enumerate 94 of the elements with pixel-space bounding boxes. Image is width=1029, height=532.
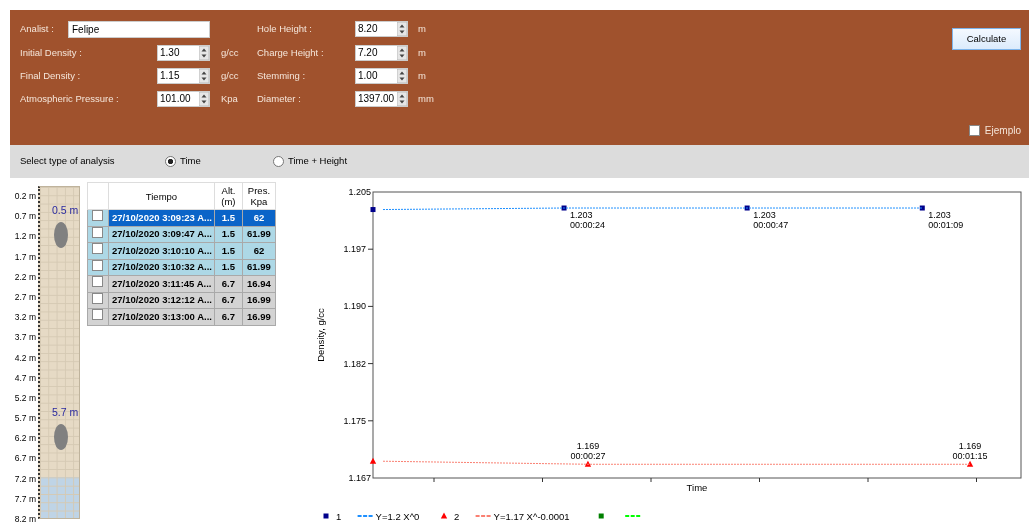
axis-tick-label: 1.197 [343, 244, 366, 255]
axis-tick-label: 1.175 [343, 415, 366, 426]
depth-label: 7.7 m [13, 492, 37, 506]
checkbox[interactable] [92, 276, 104, 288]
spin-field[interactable]: 1.00 [355, 68, 408, 84]
depth-label: 2.2 m [13, 270, 37, 284]
checkbox[interactable] [92, 259, 104, 271]
spinner-arrows-icon[interactable] [199, 69, 209, 83]
depth-label: 5.7 m [13, 412, 37, 426]
depth-label: 0.2 m [13, 190, 37, 203]
depth-label: 4.7 m [13, 371, 37, 385]
legend-label: 1 [336, 510, 342, 522]
legend-label: 2 [454, 510, 460, 522]
column-header: Tiempo [108, 182, 215, 210]
depth-label: 6.2 m [13, 432, 37, 446]
spinner-arrows-icon[interactable] [199, 46, 209, 60]
spin-field[interactable]: 8.20 [355, 21, 408, 37]
legend-label: Y=1.2 X^0 [375, 510, 420, 522]
data-label: 1.169 00:00:27 [570, 441, 606, 462]
column-header: Pres. Kpa [242, 182, 276, 210]
spin-field[interactable]: 1397.00 [355, 91, 408, 107]
legend-label: Y=1.17 X^-0.0001 [493, 510, 570, 522]
checkbox[interactable] [92, 243, 104, 255]
depth-marker-label: 0.5 m [52, 203, 79, 219]
data-point [966, 460, 974, 467]
section-label: Select type of analysis [20, 154, 116, 169]
field-label: Charge Height : [257, 46, 325, 60]
data-label: 1.203 00:01:09 [928, 210, 964, 230]
field-label: Atmospheric Pressure : [20, 92, 120, 106]
axis-tick-label: 1.182 [343, 358, 366, 369]
radio-label: Time + Height [288, 154, 348, 169]
axis-title: Density, g/cc [315, 308, 326, 362]
radio-button[interactable] [273, 156, 284, 167]
data-point [370, 207, 376, 213]
depth-label: 5.2 m [13, 391, 37, 405]
data-point [369, 457, 377, 464]
spinner-arrows-icon[interactable] [397, 46, 407, 60]
data-point [561, 205, 567, 211]
radio-button[interactable] [165, 156, 176, 167]
unit-label: mm [417, 92, 435, 106]
axis-title: Time [686, 482, 708, 493]
depth-label: 1.7 m [13, 250, 37, 264]
spin-field[interactable]: 101.00 [157, 91, 210, 107]
field-label: Diameter : [257, 92, 302, 106]
data-point [744, 205, 750, 211]
unit-label: m [417, 46, 427, 60]
field-label: Analist : [20, 22, 55, 36]
checkbox[interactable] [92, 292, 104, 304]
charge-oval [54, 222, 68, 249]
data-label: 1.203 00:00:24 [570, 210, 606, 230]
column-header: Alt. (m) [214, 182, 243, 210]
spinner-arrows-icon[interactable] [397, 92, 407, 106]
depth-label: 1.2 m [13, 230, 37, 244]
depth-label: 3.2 m [13, 311, 37, 325]
axis-tick-label: 1.205 [348, 187, 371, 197]
spinner-arrows-icon[interactable] [397, 22, 407, 36]
column-header [87, 182, 109, 210]
calculate-button[interactable]: Calculate [952, 28, 1021, 50]
unit-label: Kpa [220, 92, 239, 106]
text-field[interactable]: Felipe [68, 21, 210, 38]
data-label: 1.169 00:01:15 [952, 441, 988, 462]
depth-label: 0.7 m [13, 210, 37, 224]
spinner-arrows-icon[interactable] [199, 92, 209, 106]
checkbox-label: Ejemplo [984, 124, 1021, 138]
depth-label: 8.2 m [13, 513, 37, 526]
spin-field[interactable]: 1.30 [157, 45, 210, 61]
data-point [584, 460, 592, 467]
radio-label: Time [180, 154, 201, 169]
depth-label: 6.7 m [13, 452, 37, 466]
depth-label: 3.7 m [13, 331, 37, 345]
data-label: 1.203 00:00:47 [753, 210, 789, 230]
unit-label: m [417, 69, 427, 83]
field-label: Stemming : [257, 69, 307, 83]
depth-marker-label: 5.7 m [52, 405, 79, 421]
unit-label: m [417, 22, 427, 36]
axis-tick-label: 1.167 [348, 473, 371, 483]
spinner-arrows-icon[interactable] [397, 69, 407, 83]
axis-tick-label: 1.190 [343, 301, 366, 312]
depth-label: 2.7 m [13, 290, 37, 304]
checkbox[interactable] [92, 210, 104, 222]
checkbox[interactable] [968, 125, 980, 136]
field-label: Final Density : [20, 69, 82, 83]
depth-label: 7.2 m [13, 472, 37, 486]
field-label: Hole Height : [257, 22, 313, 36]
spin-field[interactable]: 7.20 [355, 45, 408, 61]
checkbox[interactable] [92, 309, 104, 321]
charge-oval [54, 424, 68, 451]
field-label: Initial Density : [20, 46, 83, 60]
unit-label: g/cc [220, 69, 240, 83]
depth-label: 4.2 m [13, 351, 37, 365]
spin-field[interactable]: 1.15 [157, 68, 210, 84]
unit-label: g/cc [220, 46, 240, 60]
checkbox[interactable] [92, 226, 104, 238]
data-point [919, 205, 925, 211]
